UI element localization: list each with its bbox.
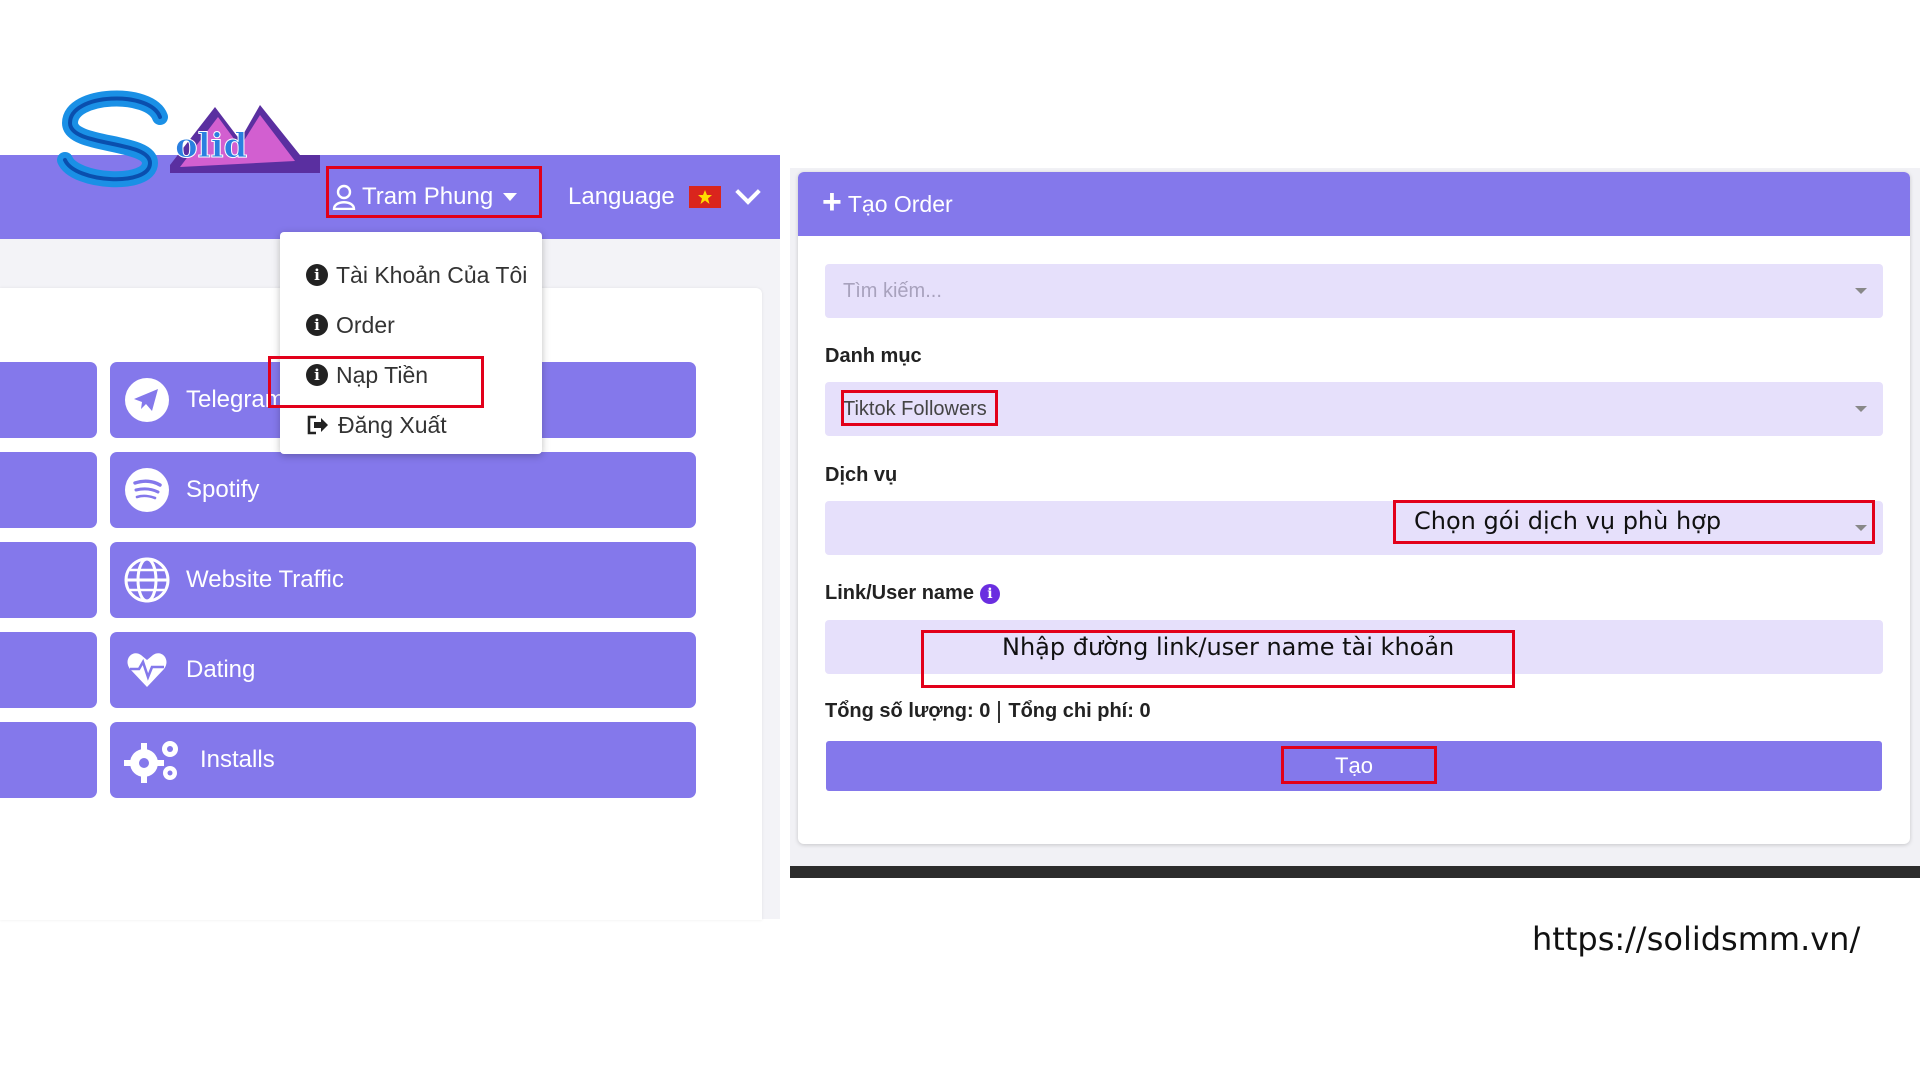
menu-item-label: Đăng Xuất (338, 411, 447, 438)
service-tile-installs[interactable]: Installs (110, 722, 696, 798)
menu-item-order[interactable]: i Order (280, 300, 542, 350)
annotation-box-user-menu (326, 166, 542, 218)
link-label: Link/User name (825, 582, 974, 604)
solid-logo-graphic: olid (57, 90, 320, 188)
gears-icon (124, 737, 184, 783)
service-label: Dịch vụ (825, 464, 898, 486)
total-quantity-value: 0 (979, 700, 991, 722)
language-selector[interactable]: Language (568, 170, 761, 224)
annotation-box-category (841, 390, 998, 426)
service-tile-stub[interactable] (0, 632, 97, 708)
svg-text:olid: olid (175, 126, 247, 166)
service-hint: Chọn gói dịch vụ phù hợp (1414, 507, 1722, 535)
site-url[interactable]: https://solidsmm.vn/ (1532, 920, 1860, 958)
sign-out-icon (307, 415, 328, 435)
menu-item-my-account[interactable]: i Tài Khoản Của Tôi (280, 250, 542, 300)
telegram-icon (124, 377, 170, 423)
annotation-box-deposit (268, 356, 484, 408)
tile-label: Website Traffic (186, 566, 344, 593)
service-tile-stub[interactable] (0, 362, 97, 438)
order-totals: Tổng số lượng: 0 Tổng chi phí: 0 (825, 700, 1151, 723)
heart-pulse-icon (124, 647, 170, 693)
plus-icon: + (822, 183, 842, 221)
info-icon: i (306, 264, 328, 286)
link-label-row: Link/User name i (825, 582, 1000, 605)
order-form-header: + Tạo Order (798, 172, 1910, 236)
select-arrow-icon (1855, 406, 1867, 412)
tile-label: Installs (200, 746, 275, 773)
total-cost-value: 0 (1139, 700, 1151, 722)
menu-item-label: Tài Khoản Của Tôi (336, 261, 528, 288)
service-tile-stub[interactable] (0, 542, 97, 618)
service-tile-website-traffic[interactable]: Website Traffic (110, 542, 696, 618)
service-tile-stub[interactable] (0, 452, 97, 528)
user-dropdown-menu: i Tài Khoản Của Tôi i Order i Nạp Tiền Đ… (280, 232, 542, 454)
service-tile-dating[interactable]: Dating (110, 632, 696, 708)
total-cost-label: Tổng chi phí: (1008, 700, 1134, 722)
divider (998, 700, 1001, 723)
annotation-box-submit (1281, 746, 1437, 784)
service-tile-stub[interactable] (0, 722, 97, 798)
tile-label: Spotify (186, 476, 260, 503)
info-icon: i (306, 314, 328, 336)
info-icon[interactable]: i (979, 583, 1000, 604)
chevron-down-icon (735, 179, 761, 205)
menu-item-label: Order (336, 311, 395, 338)
select-arrow-icon (1855, 288, 1867, 294)
service-tile-spotify[interactable]: Spotify (110, 452, 696, 528)
search-placeholder: Tìm kiếm... (843, 279, 942, 302)
total-quantity-label: Tổng số lượng: (825, 700, 974, 722)
tile-label: Dating (186, 656, 256, 683)
category-label: Danh mục (825, 345, 922, 367)
search-select[interactable]: Tìm kiếm... (825, 264, 1883, 318)
globe-icon (124, 557, 170, 603)
solid-logo[interactable]: olid (50, 85, 330, 195)
vietnam-flag-icon (688, 186, 721, 208)
link-hint: Nhập đường link/user name tài khoản (1002, 633, 1455, 661)
spotify-icon (124, 467, 170, 513)
language-label: Language (568, 183, 675, 210)
form-title: Tạo Order (847, 190, 953, 217)
panel-bottom-bar (790, 866, 1920, 878)
